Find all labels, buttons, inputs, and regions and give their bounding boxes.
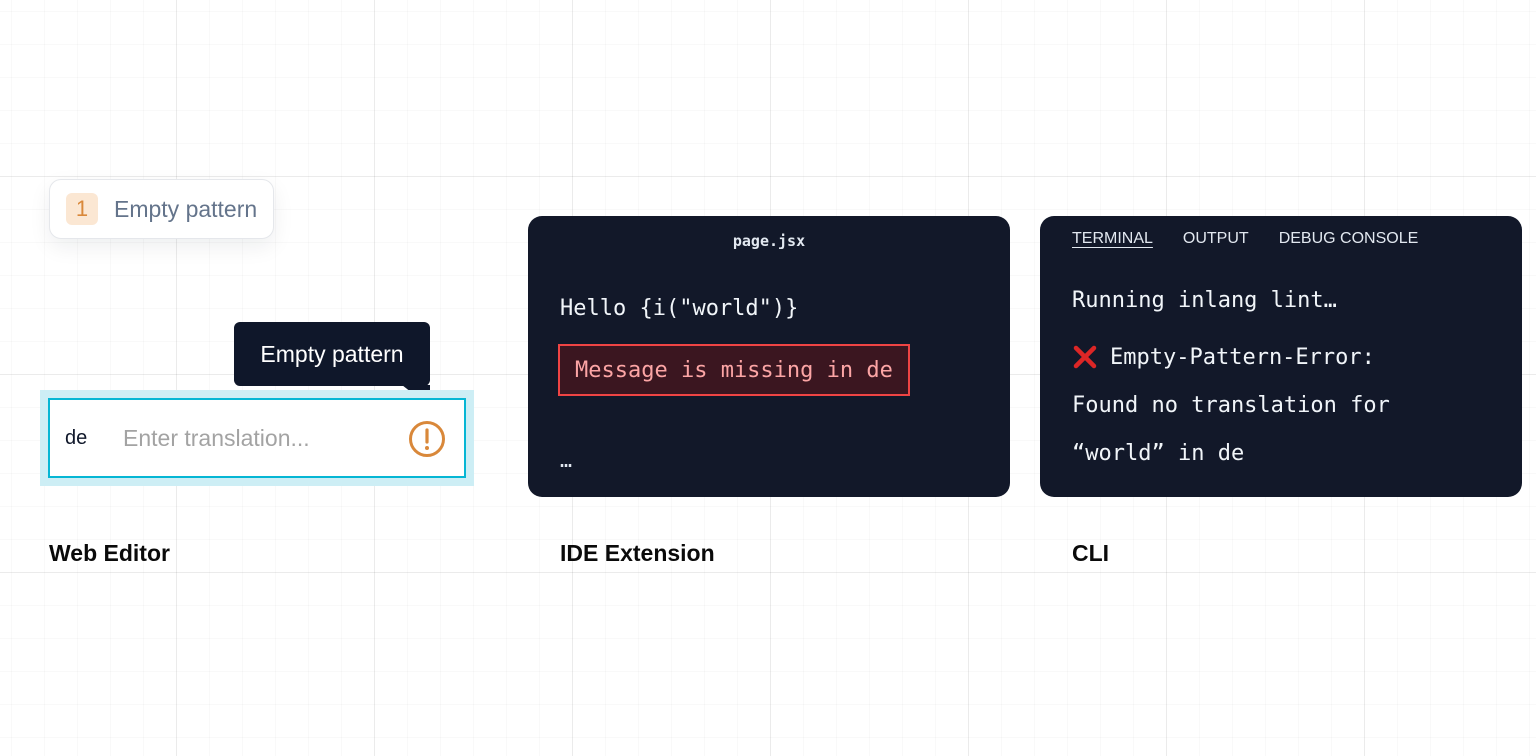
cli-panel: TERMINAL OUTPUT DEBUG CONSOLE Running in…	[1040, 216, 1522, 497]
cli-running-line: Running inlang lint…	[1072, 288, 1337, 313]
web-editor-caption: Web Editor	[49, 540, 170, 566]
ide-ellipsis: …	[560, 448, 573, 472]
ide-panel: page.jsx Hello {i("world")} Message is m…	[528, 216, 1010, 497]
ide-inline-error: Message is missing in de	[558, 344, 910, 396]
cli-error-detail-1: Found no translation for	[1072, 393, 1390, 418]
cli-error-title: Empty-Pattern-Error:	[1110, 344, 1375, 370]
ide-error-message: Message is missing in de	[575, 357, 893, 383]
language-tag: de	[65, 426, 88, 449]
ide-code-line: Hello {i("world")}	[560, 296, 799, 321]
cli-error-detail-2: “world” in de	[1072, 441, 1245, 466]
tab-terminal[interactable]: TERMINAL	[1072, 230, 1153, 250]
tooltip-text: Empty pattern	[260, 340, 404, 367]
cli-tab-bar: TERMINAL OUTPUT DEBUG CONSOLE	[1072, 230, 1418, 250]
tab-debug-console[interactable]: DEBUG CONSOLE	[1279, 230, 1419, 250]
translation-field: de	[48, 398, 466, 478]
lint-count-badge: 1	[66, 193, 98, 225]
tab-output[interactable]: OUTPUT	[1183, 230, 1249, 250]
translation-input[interactable]	[123, 424, 393, 452]
lint-tooltip: Empty pattern	[234, 322, 430, 407]
lint-summary-label: Empty pattern	[114, 195, 258, 222]
cli-error-line: Empty-Pattern-Error:	[1072, 344, 1375, 370]
warning-circle-icon[interactable]	[408, 420, 446, 458]
ide-extension-caption: IDE Extension	[560, 540, 715, 566]
lint-summary-chip[interactable]: 1 Empty pattern	[49, 179, 275, 239]
cli-caption: CLI	[1072, 540, 1110, 566]
x-mark-icon	[1073, 345, 1097, 369]
ide-filename: page.jsx	[732, 232, 806, 250]
